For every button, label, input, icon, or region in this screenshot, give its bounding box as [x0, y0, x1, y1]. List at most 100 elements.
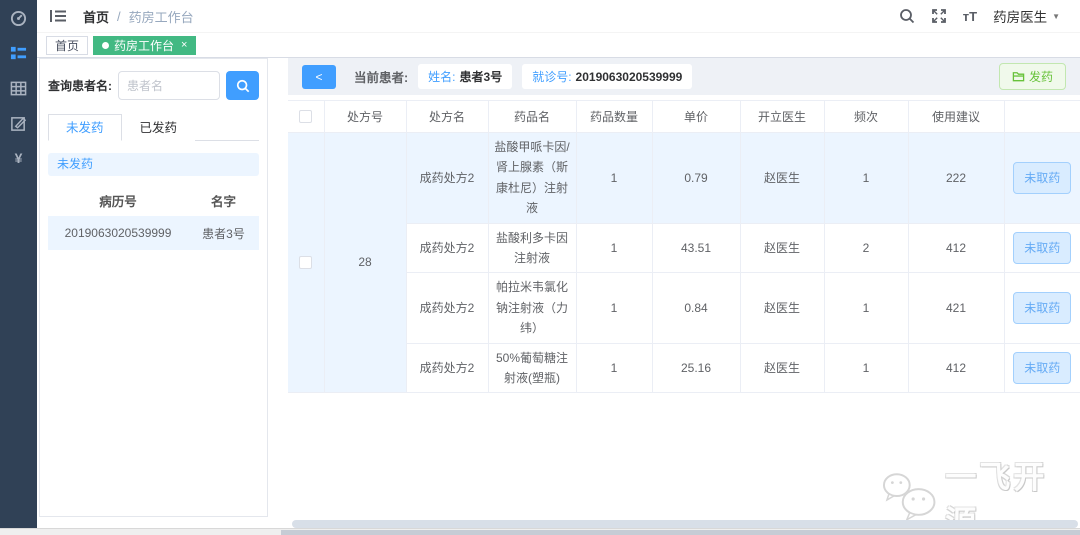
name-value: 患者3号 — [459, 70, 503, 84]
frequency: 1 — [824, 343, 909, 394]
name-label: 姓名: — [428, 70, 456, 84]
usage-advice: 412 — [908, 223, 1005, 274]
presc-name: 成药处方2 — [406, 343, 489, 394]
prescription-table-wrap: 处方号 处方名 药品名 药品数量 单价 开立医生 频次 使用建议 28 成药处方… — [288, 100, 1080, 394]
table-row[interactable]: 成药处方2 盐酸利多卡因注射液 1 43.51 赵医生 2 412 未取药 — [288, 223, 1080, 274]
tag-pharmacy-label: 药房工作台 — [114, 38, 175, 53]
drug-qty: 1 — [576, 132, 653, 224]
patient-list-table: 病历号 名字 2019063020539999 患者3号 — [48, 184, 259, 250]
presc-name: 成药处方2 — [406, 223, 489, 274]
doctor: 赵医生 — [740, 343, 825, 394]
frequency: 2 — [824, 223, 909, 274]
tag-pharmacy-workbench[interactable]: 药房工作台 × — [93, 35, 197, 55]
user-dropdown[interactable]: 药房医生 ▼ — [993, 6, 1060, 26]
not-taken-button[interactable]: 未取药 — [1013, 351, 1072, 385]
tag-home-label: 首页 — [55, 38, 80, 53]
drug-qty: 1 — [576, 223, 653, 274]
currency-yuan-icon[interactable]: ¥ — [9, 148, 29, 168]
drug-name: 帕拉米韦氯化钠注射液（力纬） — [488, 272, 577, 344]
prescription-no: 28 — [324, 132, 407, 394]
close-icon[interactable]: × — [181, 39, 187, 51]
presc-name: 成药处方2 — [406, 272, 489, 344]
not-taken-button[interactable]: 未取药 — [1013, 231, 1072, 265]
presc-name: 成药处方2 — [406, 132, 489, 224]
chevron-down-icon: ▼ — [1052, 11, 1060, 21]
select-all-checkbox[interactable] — [299, 110, 313, 123]
collapse-panel-button[interactable]: < — [302, 64, 336, 89]
dispense-button[interactable]: 发药 — [998, 63, 1066, 90]
patient-name: 患者3号 — [202, 226, 245, 241]
patient-search-label: 查询患者名: — [48, 79, 112, 93]
fullscreen-icon[interactable] — [931, 8, 947, 24]
visit-value: 2019063020539999 — [575, 69, 683, 84]
patient-row[interactable]: 2019063020539999 患者3号 — [48, 216, 259, 250]
usage-advice: 222 — [908, 132, 1005, 224]
hamburger-icon[interactable] — [49, 8, 67, 24]
col-doctor: 开立医生 — [740, 100, 825, 133]
font-size-icon[interactable]: тT — [963, 9, 977, 24]
breadcrumb-separator: / — [117, 8, 121, 24]
breadcrumb-current: 药房工作台 — [128, 9, 194, 25]
patient-record-no: 2019063020539999 — [64, 226, 172, 240]
page-scrollbar-thumb[interactable] — [281, 530, 1080, 535]
table-row[interactable]: 成药处方2 帕拉米韦氯化钠注射液（力纬） 1 0.84 赵医生 1 421 未取… — [288, 272, 1080, 344]
drug-name: 盐酸甲哌卡因/肾上腺素（斯康杜尼）注射液 — [488, 132, 577, 224]
unit-price: 43.51 — [652, 223, 741, 274]
col-drug-name: 药品名 — [488, 100, 577, 133]
patient-search-row: 查询患者名: — [48, 71, 259, 100]
drug-name: 盐酸利多卡因注射液 — [488, 223, 577, 274]
usage-advice: 412 — [908, 343, 1005, 394]
dispense-folder-icon — [1012, 72, 1025, 82]
tags-bar: 首页 药房工作台 × — [37, 33, 1080, 58]
col-patient-name: 名字 — [210, 194, 236, 209]
dispense-status-tabs: 未发药 已发药 — [48, 114, 259, 141]
user-name: 药房医生 — [993, 10, 1048, 25]
page-scrollbar-track — [0, 528, 1080, 535]
col-presc-no: 处方号 — [324, 100, 407, 133]
unit-price: 0.79 — [652, 132, 741, 224]
tab-dispensed[interactable]: 已发药 — [121, 114, 196, 141]
not-taken-button[interactable]: 未取药 — [1013, 291, 1072, 325]
unit-price: 0.84 — [652, 272, 741, 344]
breadcrumb: 首页 / 药房工作台 — [83, 7, 194, 26]
frequency: 1 — [824, 272, 909, 344]
search-icon[interactable] — [899, 8, 915, 24]
tab-not-dispensed[interactable]: 未发药 — [48, 114, 122, 141]
row-checkbox[interactable] — [299, 256, 313, 270]
visit-label: 就诊号: — [532, 70, 572, 84]
col-unit-price: 单价 — [652, 100, 741, 133]
col-frequency: 频次 — [824, 100, 909, 133]
col-record-no: 病历号 — [99, 194, 137, 209]
not-taken-button[interactable]: 未取药 — [1013, 161, 1072, 194]
frequency: 1 — [824, 132, 909, 224]
table-row[interactable]: 28 成药处方2 盐酸甲哌卡因/肾上腺素（斯康杜尼）注射液 1 0.79 赵医生… — [288, 132, 1080, 394]
status-banner: 未发药 — [48, 153, 259, 176]
prescription-table: 处方号 处方名 药品名 药品数量 单价 开立医生 频次 使用建议 28 成药处方… — [288, 100, 1080, 394]
patient-search-input[interactable] — [118, 71, 220, 100]
table-header-row: 处方号 处方名 药品名 药品数量 单价 开立医生 频次 使用建议 — [288, 100, 1080, 133]
table-row[interactable]: 成药处方2 50%葡萄糖注射液(塑瓶) 1 25.16 赵医生 1 412 未取… — [288, 343, 1080, 394]
table-horizontal-scrollbar[interactable] — [292, 520, 1078, 528]
unit-price: 25.16 — [652, 343, 741, 394]
table-icon[interactable] — [9, 78, 29, 98]
col-usage-advice: 使用建议 — [908, 100, 1005, 133]
breadcrumb-home-link[interactable]: 首页 — [83, 7, 109, 26]
drug-name: 50%葡萄糖注射液(塑瓶) — [488, 343, 577, 394]
dispense-button-label: 发药 — [1028, 70, 1053, 84]
dashboard-icon[interactable] — [9, 8, 29, 28]
form-edit-icon[interactable] — [9, 113, 29, 133]
drug-qty: 1 — [576, 343, 653, 394]
doctor: 赵医生 — [740, 223, 825, 274]
patient-name-box: 姓名: 患者3号 — [418, 64, 513, 89]
pharmacy-workstation-page: ¥ 首页 / 药房工作台 тT 药房医生 ▼ 首页 药房工作台 × 查询患者名:… — [0, 0, 1080, 535]
col-drug-qty: 药品数量 — [576, 100, 653, 133]
top-header: 首页 / 药房工作台 тT 药房医生 ▼ — [37, 0, 1080, 33]
header-actions: тT 药房医生 ▼ — [899, 6, 1080, 26]
patient-search-button[interactable] — [226, 71, 259, 100]
worklist-icon[interactable] — [9, 43, 29, 63]
usage-advice: 421 — [908, 272, 1005, 344]
tag-home[interactable]: 首页 — [46, 35, 89, 55]
chat-bubbles-logo-icon — [882, 473, 936, 522]
drug-qty: 1 — [576, 272, 653, 344]
doctor: 赵医生 — [740, 132, 825, 224]
